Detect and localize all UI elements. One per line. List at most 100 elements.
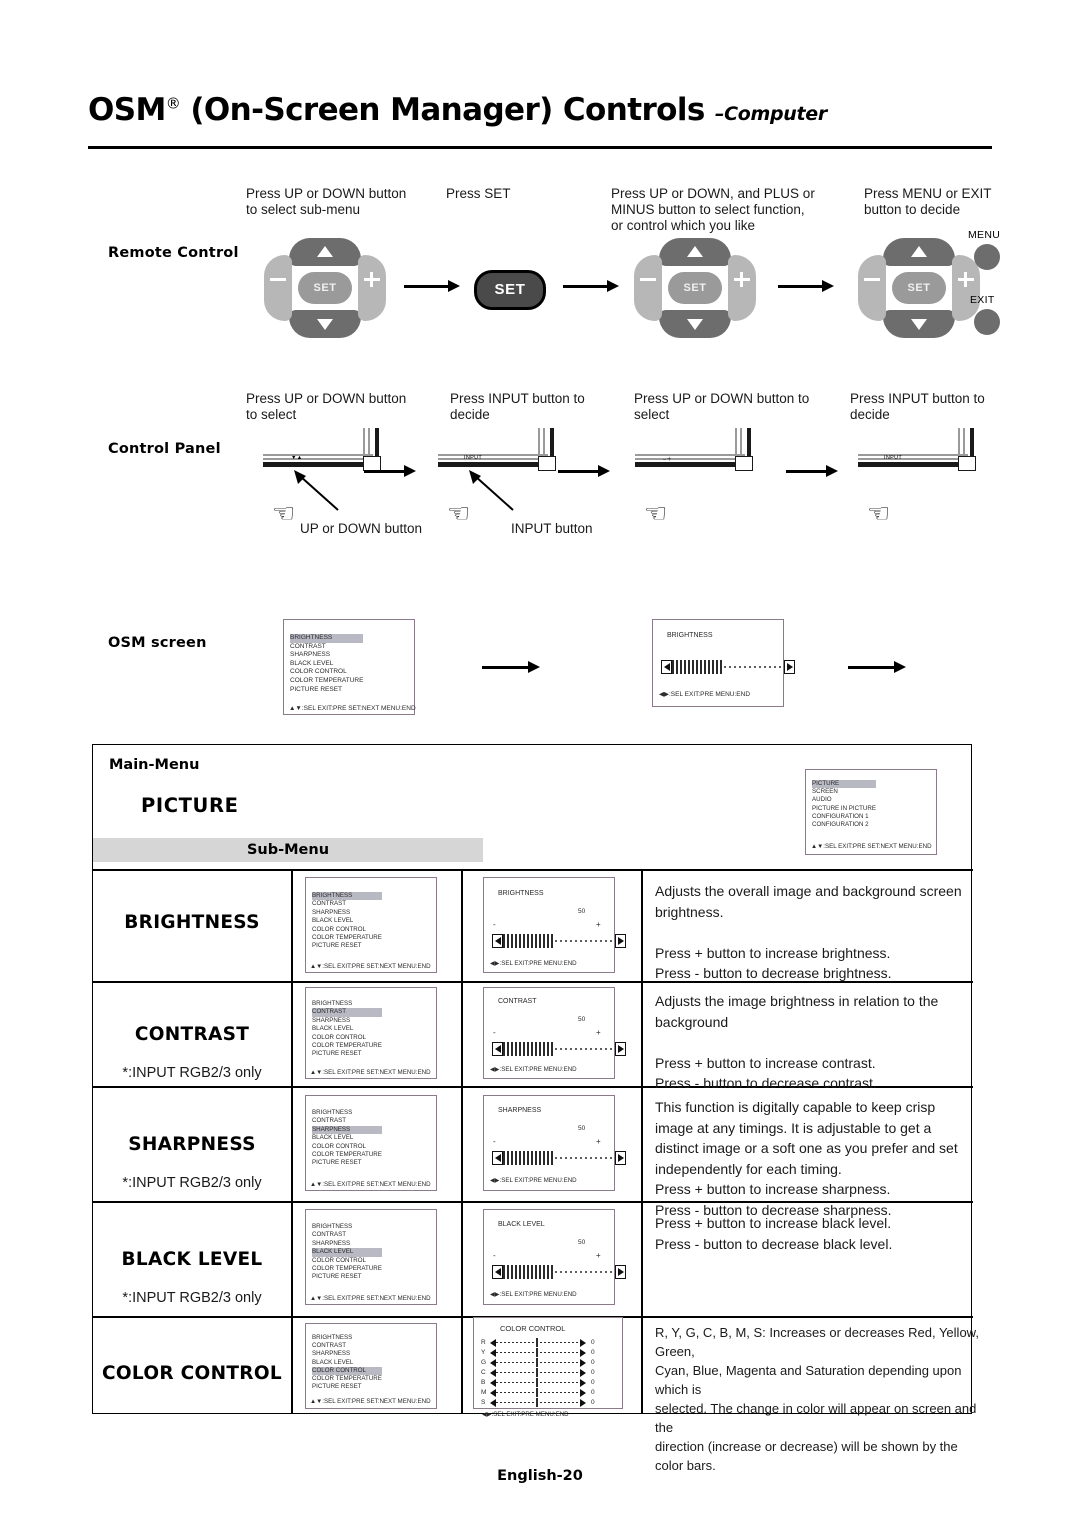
main-menu-item-picture[interactable]: PICTURE [812, 780, 876, 789]
submenu-item-color-temperature[interactable]: COLOR TEMPERATURE [312, 934, 382, 942]
submenu-item-sharpness[interactable]: SHARPNESS [312, 1240, 382, 1248]
submenu-item-brightness[interactable]: BRIGHTNESS [312, 1109, 382, 1117]
main-menu-list[interactable]: PICTURE SCREEN AUDIO PICTURE IN PICTURE … [812, 780, 876, 829]
submenu-item-picture-reset[interactable]: PICTURE RESET [312, 1273, 382, 1281]
osm-menu-list[interactable]: BRIGHTNESS CONTRAST SHARPNESS BLACK LEVE… [290, 634, 364, 695]
submenu-item-contrast[interactable]: CONTRAST [312, 900, 382, 908]
color-right-arrow-icon[interactable] [580, 1388, 586, 1397]
color-right-arrow-icon[interactable] [580, 1398, 586, 1407]
osm-item-black-level[interactable]: BLACK LEVEL [290, 660, 363, 669]
osm-item-color-temperature[interactable]: COLOR TEMPERATURE [290, 677, 363, 686]
plus-button[interactable] [728, 255, 756, 321]
submenu-item-brightness[interactable]: BRIGHTNESS [312, 892, 382, 901]
main-menu-item-screen[interactable]: SCREEN [812, 788, 876, 796]
color-right-arrow-icon[interactable] [580, 1338, 586, 1347]
set-button[interactable]: SET [892, 272, 946, 304]
adjust-slider[interactable] [492, 1151, 626, 1165]
submenu-item-picture-reset[interactable]: PICTURE RESET [312, 942, 382, 950]
submenu-item-black-level[interactable]: BLACK LEVEL [312, 1248, 382, 1257]
description-contrast: Adjusts the image brightness in relation… [655, 993, 939, 1091]
submenu-item-color-control[interactable]: COLOR CONTROL [312, 926, 382, 934]
main-menu-item-picture-in-picture[interactable]: PICTURE IN PICTURE [812, 805, 876, 813]
slider-left-arrow-icon[interactable] [492, 1265, 503, 1279]
slider-left-arrow-icon[interactable] [492, 1151, 503, 1165]
minus-button[interactable] [634, 255, 662, 321]
submenu-item-brightness[interactable]: BRIGHTNESS [312, 1000, 382, 1008]
osm-item-color-control[interactable]: COLOR CONTROL [290, 668, 363, 677]
submenu-item-picture-reset[interactable]: PICTURE RESET [312, 1050, 382, 1058]
adjust-slider[interactable] [492, 934, 626, 948]
submenu-item-color-control[interactable]: COLOR CONTROL [312, 1366, 382, 1376]
adjust-slider[interactable] [492, 1042, 626, 1056]
set-button[interactable]: SET [668, 272, 722, 304]
submenu-item-color-temperature[interactable]: COLOR TEMPERATURE [312, 1151, 382, 1159]
submenu-item-color-control[interactable]: COLOR CONTROL [312, 1257, 382, 1265]
submenu-item-black-level[interactable]: BLACK LEVEL [312, 1359, 382, 1367]
submenu-list[interactable]: BRIGHTNESS CONTRAST SHARPNESS BLACK LEVE… [312, 1334, 382, 1391]
slider-right-arrow-icon[interactable] [784, 660, 795, 674]
submenu-item-sharpness[interactable]: SHARPNESS [312, 1125, 382, 1135]
submenu-item-sharpness[interactable]: SHARPNESS [312, 909, 382, 917]
submenu-item-picture-reset[interactable]: PICTURE RESET [312, 1159, 382, 1167]
slider-left-arrow-icon[interactable] [661, 660, 672, 674]
color-right-arrow-icon[interactable] [580, 1348, 586, 1357]
osm-item-sharpness[interactable]: SHARPNESS [290, 651, 363, 660]
submenu-item-contrast[interactable]: CONTRAST [312, 1008, 382, 1017]
submenu-item-color-control[interactable]: COLOR CONTROL [312, 1034, 382, 1042]
color-right-arrow-icon[interactable] [580, 1358, 586, 1367]
submenu-item-brightness[interactable]: BRIGHTNESS [312, 1334, 382, 1342]
submenu-item-black-level[interactable]: BLACK LEVEL [312, 1134, 382, 1142]
submenu-item-color-temperature[interactable]: COLOR TEMPERATURE [312, 1265, 382, 1273]
menu-button[interactable] [974, 244, 1000, 270]
submenu-list[interactable]: BRIGHTNESS CONTRAST SHARPNESS BLACK LEVE… [312, 892, 382, 951]
slider-right-arrow-icon[interactable] [615, 1042, 626, 1056]
color-row-y[interactable]: Y 0 [481, 1348, 595, 1357]
exit-button[interactable] [974, 309, 1000, 335]
minus-button[interactable] [858, 255, 886, 321]
main-menu-item-audio[interactable]: AUDIO [812, 796, 876, 804]
plus-button[interactable] [358, 255, 386, 321]
color-row-b[interactable]: B 0 [481, 1378, 595, 1387]
osm-item-brightness[interactable]: BRIGHTNESS [290, 634, 364, 643]
function-label-color-control: COLOR CONTROL [102, 1363, 282, 1384]
submenu-item-color-temperature[interactable]: COLOR TEMPERATURE [312, 1042, 382, 1050]
submenu-list[interactable]: BRIGHTNESS CONTRAST SHARPNESS BLACK LEVE… [312, 1000, 382, 1059]
submenu-item-picture-reset[interactable]: PICTURE RESET [312, 1383, 382, 1391]
remote-dpad-3[interactable]: SET [858, 238, 980, 338]
slider-right-arrow-icon[interactable] [615, 1151, 626, 1165]
slider-right-arrow-icon[interactable] [615, 1265, 626, 1279]
remote-dpad-1[interactable]: SET [264, 238, 386, 338]
submenu-item-black-level[interactable]: BLACK LEVEL [312, 917, 382, 925]
submenu-item-brightness[interactable]: BRIGHTNESS [312, 1223, 382, 1231]
remote-set-button-standalone[interactable]: SET [474, 270, 546, 310]
color-row-s[interactable]: S 0 [481, 1398, 595, 1407]
osm-item-picture-reset[interactable]: PICTURE RESET [290, 686, 363, 695]
submenu-item-contrast[interactable]: CONTRAST [312, 1117, 382, 1125]
color-row-c[interactable]: C 0 [481, 1368, 595, 1377]
set-button[interactable]: SET [298, 272, 352, 304]
color-row-r[interactable]: R 0 [481, 1338, 595, 1347]
slider-left-arrow-icon[interactable] [492, 1042, 503, 1056]
submenu-list[interactable]: BRIGHTNESS CONTRAST SHARPNESS BLACK LEVE… [312, 1109, 382, 1168]
submenu-item-contrast[interactable]: CONTRAST [312, 1342, 382, 1350]
submenu-list[interactable]: BRIGHTNESS CONTRAST SHARPNESS BLACK LEVE… [312, 1223, 382, 1282]
slider-left-arrow-icon[interactable] [492, 934, 503, 948]
submenu-item-color-control[interactable]: COLOR CONTROL [312, 1143, 382, 1151]
color-row-g[interactable]: G 0 [481, 1358, 595, 1367]
remote-dpad-2[interactable]: SET [634, 238, 756, 338]
color-right-arrow-icon[interactable] [580, 1378, 586, 1387]
adjust-slider[interactable] [492, 1265, 626, 1279]
osm-item-contrast[interactable]: CONTRAST [290, 643, 363, 652]
main-menu-item-configuration-1[interactable]: CONFIGURATION 1 [812, 813, 876, 821]
color-row-m[interactable]: M 0 [481, 1388, 595, 1397]
osm-slider[interactable] [661, 660, 795, 674]
submenu-item-black-level[interactable]: BLACK LEVEL [312, 1025, 382, 1033]
submenu-item-color-temperature[interactable]: COLOR TEMPERATURE [312, 1375, 382, 1383]
color-right-arrow-icon[interactable] [580, 1368, 586, 1377]
main-menu-item-configuration-2[interactable]: CONFIGURATION 2 [812, 821, 876, 829]
submenu-item-contrast[interactable]: CONTRAST [312, 1231, 382, 1239]
minus-button[interactable] [264, 255, 292, 321]
submenu-item-sharpness[interactable]: SHARPNESS [312, 1017, 382, 1025]
submenu-item-sharpness[interactable]: SHARPNESS [312, 1350, 382, 1358]
slider-right-arrow-icon[interactable] [615, 934, 626, 948]
